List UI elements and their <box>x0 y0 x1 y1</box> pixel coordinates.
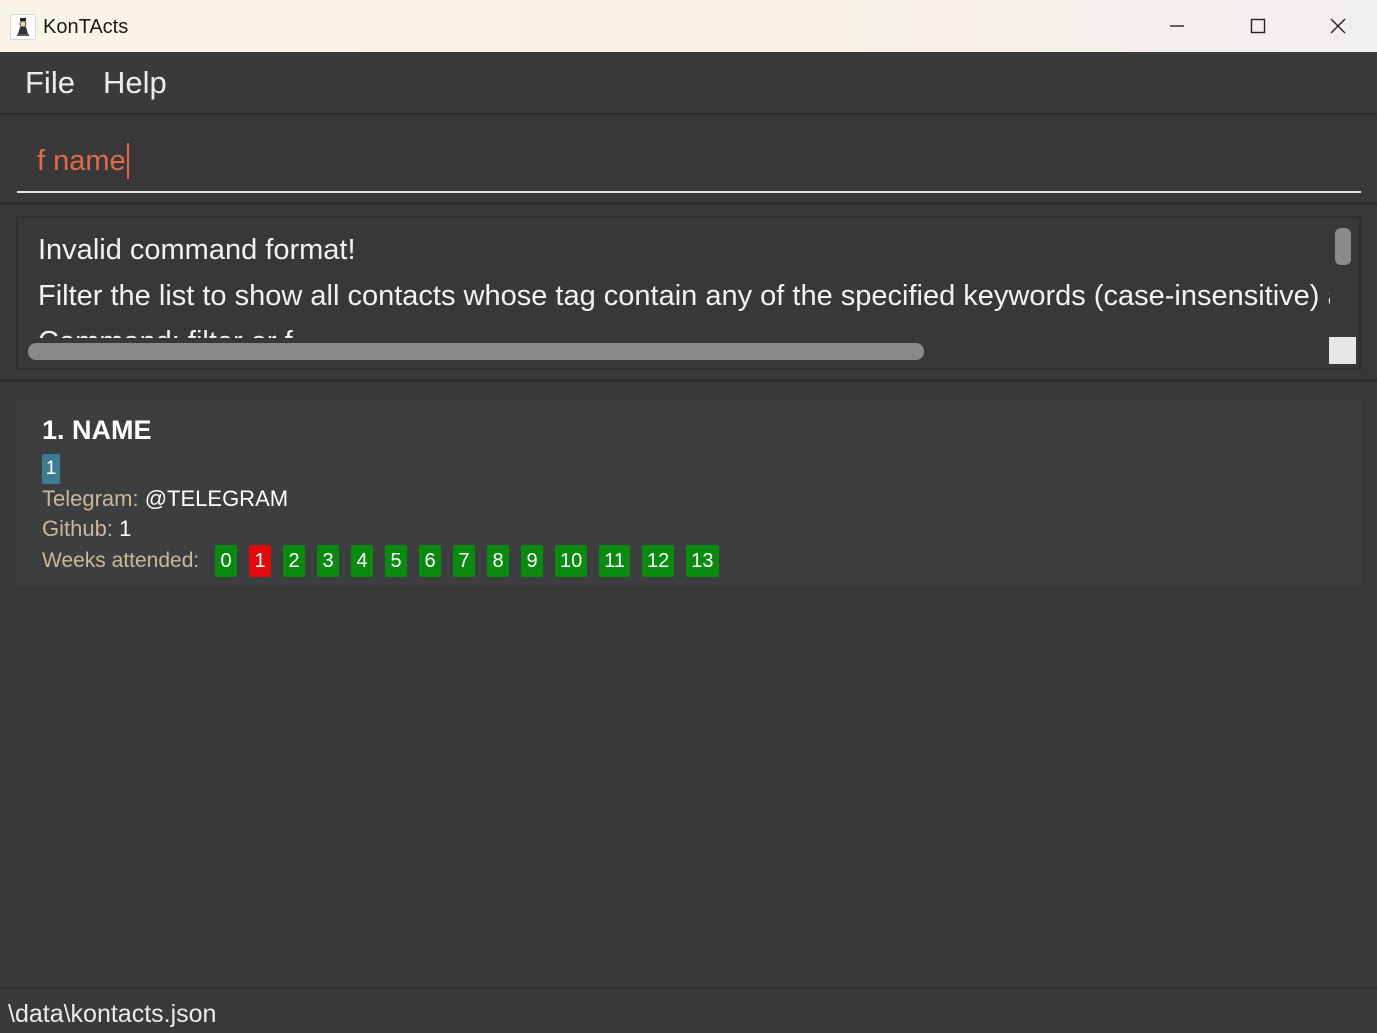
week-badge-6: 6 <box>419 545 441 577</box>
week-badge-3: 3 <box>317 545 339 577</box>
telegram-line: Telegram: @TELEGRAM <box>42 485 288 513</box>
menu-bar: File Help <box>0 52 1377 115</box>
result-line: Command: filter or f <box>38 324 293 338</box>
telegram-value: @TELEGRAM <box>144 486 289 511</box>
person-name: 1. NAME <box>42 415 152 445</box>
github-line: Github: 1 <box>42 515 131 543</box>
telegram-label: Telegram: <box>42 486 139 511</box>
week-badge-8: 8 <box>487 545 509 577</box>
result-text-viewport: Invalid command format! Filter the list … <box>18 218 1330 338</box>
week-badge-7: 7 <box>453 545 475 577</box>
horizontal-scrollbar-thumb[interactable] <box>28 343 924 360</box>
text-caret <box>126 143 129 179</box>
tag-badge: 1 <box>42 454 60 484</box>
week-badge-9: 9 <box>521 545 543 577</box>
command-value: f name <box>37 145 126 177</box>
week-badge-11: 11 <box>599 545 631 577</box>
command-input-text: f name <box>37 143 129 179</box>
person-list[interactable]: 1. NAME 1 Telegram: @TELEGRAM Github: 1 … <box>0 385 1377 987</box>
vertical-scrollbar-thumb[interactable] <box>1335 228 1351 265</box>
command-box-container: f name <box>0 117 1377 205</box>
result-display-container: Invalid command format! Filter the list … <box>0 208 1377 382</box>
week-badge-2: 2 <box>283 545 305 577</box>
status-bar: \data\kontacts.json <box>0 987 1377 1033</box>
week-badge-5: 5 <box>385 545 407 577</box>
week-badge-12: 12 <box>642 545 675 577</box>
menu-help[interactable]: Help <box>103 64 167 102</box>
github-label: Github: <box>42 516 113 541</box>
week-badge-10: 10 <box>555 545 588 577</box>
close-icon <box>1330 18 1346 34</box>
minimize-button[interactable] <box>1137 0 1217 52</box>
maximize-button[interactable] <box>1218 0 1298 52</box>
app-logo-icon <box>10 14 36 40</box>
result-display[interactable]: Invalid command format! Filter the list … <box>16 216 1361 370</box>
week-badge-13: 13 <box>686 545 719 577</box>
week-badge-0: 0 <box>215 545 237 577</box>
github-value: 1 <box>119 516 132 541</box>
week-badge-1: 1 <box>249 545 271 577</box>
minimize-icon <box>1170 25 1184 27</box>
weeks-attended-list: 0 1 2 3 4 5 6 7 8 9 10 11 12 13 <box>215 545 731 577</box>
app-window: KonTActs File Help f name Invalid comman… <box>0 0 1377 1033</box>
close-button[interactable] <box>1298 0 1377 52</box>
result-line: Invalid command format! <box>38 234 356 266</box>
title-bar[interactable]: KonTActs <box>0 0 1377 52</box>
weeks-attended-label: Weeks attended: <box>42 549 200 572</box>
result-line: Filter the list to show all contacts who… <box>38 280 1330 312</box>
menu-file[interactable]: File <box>25 64 75 102</box>
save-location-path: \data\kontacts.json <box>8 1000 217 1028</box>
scrollbar-corner <box>1329 337 1356 364</box>
person-card[interactable]: 1. NAME 1 Telegram: @TELEGRAM Github: 1 … <box>16 400 1361 586</box>
maximize-icon <box>1250 18 1266 34</box>
command-input[interactable]: f name <box>17 133 1361 193</box>
window-title: KonTActs <box>43 16 129 38</box>
week-badge-4: 4 <box>351 545 373 577</box>
